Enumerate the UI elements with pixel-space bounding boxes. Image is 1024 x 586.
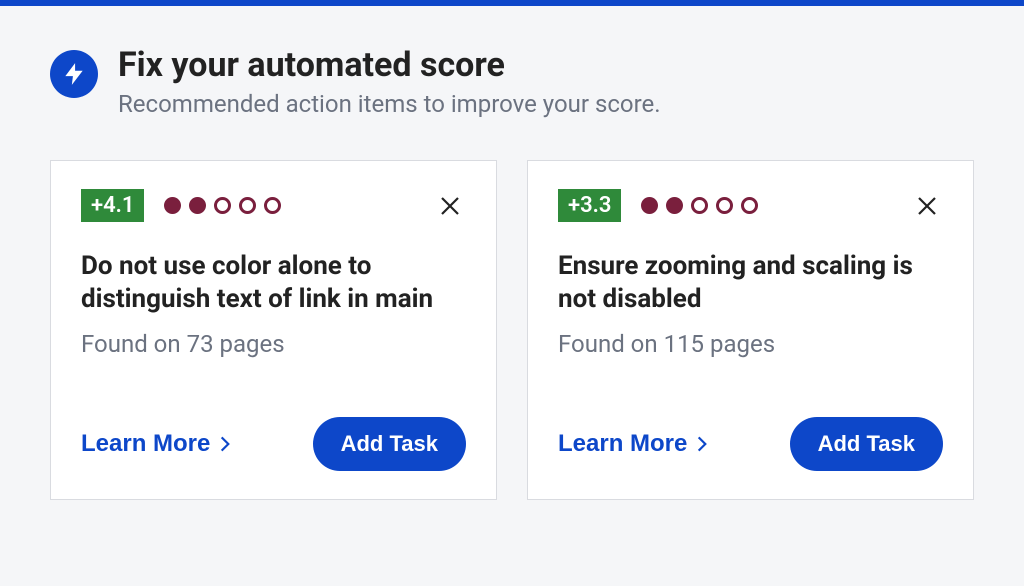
learn-more-button[interactable]: Learn More [558,430,709,458]
section-title: Fix your automated score [118,46,661,85]
severity-dot-open [691,197,708,214]
score-badge: +4.1 [81,189,144,222]
severity-dot-open [239,197,256,214]
section-subtitle: Recommended action items to improve your… [118,89,661,120]
severity-dot-open [716,197,733,214]
main-container: Fix your automated score Recommended act… [0,6,1024,500]
chevron-right-icon [218,434,232,454]
severity-dot-filled [666,197,683,214]
learn-more-label: Learn More [81,430,210,458]
score-badge: +3.3 [558,189,621,222]
learn-more-label: Learn More [558,430,687,458]
cards-row: +4.1 Do not use color alone to distingui… [50,160,974,500]
card-title: Ensure zooming and scaling is not disabl… [558,250,943,315]
severity-dot-filled [641,197,658,214]
severity-dots [641,197,758,214]
card-title: Do not use color alone to distinguish te… [81,250,466,315]
heading-block: Fix your automated score Recommended act… [118,46,661,120]
card-top-row: +3.3 [558,189,943,222]
add-task-button[interactable]: Add Task [313,417,466,471]
card-actions: Learn More Add Task [81,393,466,471]
severity-dot-open [264,197,281,214]
close-icon [438,194,462,218]
add-task-button[interactable]: Add Task [790,417,943,471]
dismiss-button[interactable] [911,190,943,222]
severity-dots [164,197,281,214]
section-header: Fix your automated score Recommended act… [50,46,974,120]
severity-dot-filled [164,197,181,214]
recommendation-card: +4.1 Do not use color alone to distingui… [50,160,497,500]
severity-dot-filled [189,197,206,214]
severity-dot-open [214,197,231,214]
close-icon [915,194,939,218]
severity-dot-open [741,197,758,214]
dismiss-button[interactable] [434,190,466,222]
learn-more-button[interactable]: Learn More [81,430,232,458]
chevron-right-icon [695,434,709,454]
card-top-row: +4.1 [81,189,466,222]
card-actions: Learn More Add Task [558,393,943,471]
card-subtitle: Found on 73 pages [81,329,466,360]
card-subtitle: Found on 115 pages [558,329,943,360]
recommendation-card: +3.3 Ensure zooming and scaling is not d… [527,160,974,500]
lightning-icon [50,50,98,98]
